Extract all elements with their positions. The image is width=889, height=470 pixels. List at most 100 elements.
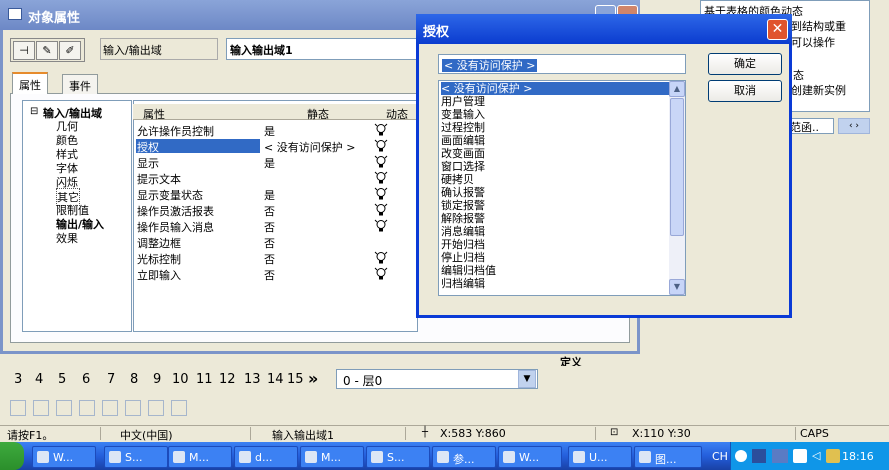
page-number[interactable]: 3 — [14, 372, 22, 387]
cancel-button[interactable]: 取消 — [708, 80, 782, 102]
brush-icon[interactable]: ✎ — [36, 41, 58, 60]
page-number[interactable]: 10 — [172, 372, 189, 387]
list-item[interactable]: 用户管理 — [441, 95, 669, 108]
page-number[interactable]: 6 — [82, 372, 90, 387]
header-static[interactable]: 静态 — [307, 106, 329, 122]
taskbar-button[interactable]: 图... — [634, 446, 702, 468]
page-number[interactable]: 11 — [196, 372, 213, 387]
start-button[interactable] — [0, 442, 24, 470]
chevron-down-icon[interactable]: ▼ — [518, 370, 536, 388]
list-item[interactable]: < 没有访问保护 > — [441, 82, 669, 95]
tree-item[interactable]: 效果 — [56, 230, 78, 246]
bg-scroll-arrows[interactable]: ‹ › — [838, 118, 870, 134]
taskbar-button[interactable]: M... — [300, 446, 364, 468]
object-name-field[interactable]: 输入输出域1 — [226, 38, 426, 60]
table-row[interactable]: 操作员输入消息 否 — [134, 218, 417, 234]
next-pages-button[interactable]: » — [308, 369, 318, 388]
pin-icon[interactable]: ⊣ — [13, 41, 35, 60]
lightbulb-icon[interactable] — [374, 155, 388, 169]
table-row[interactable]: 光标控制 否 — [134, 250, 417, 266]
ok-button[interactable]: 确定 — [708, 53, 782, 75]
list-item[interactable]: 过程控制 — [441, 121, 669, 134]
property-static-value[interactable]: < 没有访问保护 > — [264, 139, 374, 155]
scroll-down-icon[interactable]: ▼ — [669, 279, 685, 295]
taskbar-button[interactable]: U... — [568, 446, 632, 468]
table-row[interactable]: 操作员激活报表 否 — [134, 202, 417, 218]
property-static-value[interactable]: 否 — [264, 203, 374, 219]
volume-icon[interactable]: ◁ — [812, 449, 824, 463]
scroll-thumb[interactable] — [670, 98, 684, 236]
list-item[interactable]: 画面编辑 — [441, 134, 669, 147]
paint-icon[interactable]: ✐ — [59, 41, 81, 60]
table-row[interactable]: 提示文本 — [134, 170, 417, 186]
table-row[interactable]: 授权 < 没有访问保护 > — [134, 138, 417, 154]
lightbulb-icon[interactable] — [374, 187, 388, 201]
list-item[interactable]: 确认报警 — [441, 186, 669, 199]
same-size-icon[interactable] — [171, 400, 187, 416]
align-middle-icon[interactable] — [102, 400, 118, 416]
bg-tool-field[interactable]: 范函.. — [786, 118, 834, 134]
page-number[interactable]: 4 — [35, 372, 43, 387]
table-row[interactable]: 立即输入 否 — [134, 266, 417, 282]
page-number[interactable]: 9 — [153, 372, 161, 387]
ime-indicator[interactable]: CH — [712, 450, 728, 463]
list-item[interactable]: 解除报警 — [441, 212, 669, 225]
scroll-up-icon[interactable]: ▲ — [669, 81, 685, 97]
taskbar-button[interactable]: S... — [104, 446, 168, 468]
authorization-titlebar[interactable]: 授权 — [416, 14, 792, 44]
list-item[interactable]: 开始归档 — [441, 238, 669, 251]
lightbulb-icon[interactable] — [374, 251, 388, 265]
close-icon[interactable]: ✕ — [767, 19, 788, 40]
list-item[interactable]: 编辑归档值 — [441, 264, 669, 277]
property-static-value[interactable]: 否 — [264, 267, 374, 283]
list-item[interactable]: 停止归档 — [441, 251, 669, 264]
lightbulb-icon[interactable] — [374, 203, 388, 217]
list-item[interactable]: 硬拷贝 — [441, 173, 669, 186]
page-number[interactable]: 5 — [58, 372, 66, 387]
page-number[interactable]: 12 — [219, 372, 236, 387]
list-item[interactable]: 改变画面 — [441, 147, 669, 160]
page-number[interactable]: 15 — [287, 372, 304, 387]
property-static-value[interactable]: 是 — [264, 155, 374, 171]
list-item[interactable]: 归档编辑 — [441, 277, 669, 290]
property-static-value[interactable]: 是 — [264, 187, 374, 203]
header-property[interactable]: 属性 — [143, 106, 165, 122]
taskbar-button[interactable]: S... — [366, 446, 430, 468]
taskbar-button[interactable]: W... — [498, 446, 562, 468]
page-number[interactable]: 8 — [130, 372, 138, 387]
same-height-icon[interactable] — [148, 400, 164, 416]
taskbar-button[interactable]: d... — [234, 446, 298, 468]
align-right-icon[interactable] — [56, 400, 72, 416]
table-row[interactable]: 显示变量状态 是 — [134, 186, 417, 202]
list-item[interactable]: 变量输入 — [441, 108, 669, 121]
layer-select[interactable]: 0 - 层0 — [336, 369, 538, 389]
lightbulb-icon[interactable] — [374, 123, 388, 137]
tree-expander-icon[interactable]: ⊟ — [30, 106, 38, 117]
tray-monitor-icon[interactable] — [793, 449, 807, 463]
tray-security-icon[interactable] — [826, 449, 840, 463]
page-number[interactable]: 13 — [244, 372, 261, 387]
list-item[interactable]: 锁定报警 — [441, 199, 669, 212]
table-row[interactable]: 显示 是 — [134, 154, 417, 170]
lightbulb-icon[interactable] — [374, 171, 388, 185]
align-left-icon[interactable] — [10, 400, 26, 416]
page-number[interactable]: 14 — [267, 372, 284, 387]
align-center-icon[interactable] — [33, 400, 49, 416]
tab-events[interactable]: 事件 — [62, 74, 98, 94]
ime-toggle-icon[interactable] — [735, 450, 747, 462]
taskbar-button[interactable]: W... — [32, 446, 96, 468]
lightbulb-icon[interactable] — [374, 219, 388, 233]
lightbulb-icon[interactable] — [374, 267, 388, 281]
property-static-value[interactable]: 是 — [264, 123, 374, 139]
same-width-icon[interactable] — [125, 400, 141, 416]
property-static-value[interactable]: 否 — [264, 235, 374, 251]
list-item[interactable]: 消息编辑 — [441, 225, 669, 238]
header-dynamic[interactable]: 动态 — [386, 106, 408, 122]
selected-authorization-field[interactable]: < 没有访问保护 > — [438, 54, 686, 74]
page-number[interactable]: 7 — [107, 372, 115, 387]
property-static-value[interactable]: 否 — [264, 219, 374, 235]
table-row[interactable]: 调整边框 否 — [134, 234, 417, 250]
property-static-value[interactable]: 否 — [264, 251, 374, 267]
taskbar-button[interactable]: 参... — [432, 446, 496, 468]
table-row[interactable]: 允许操作员控制 是 — [134, 122, 417, 138]
